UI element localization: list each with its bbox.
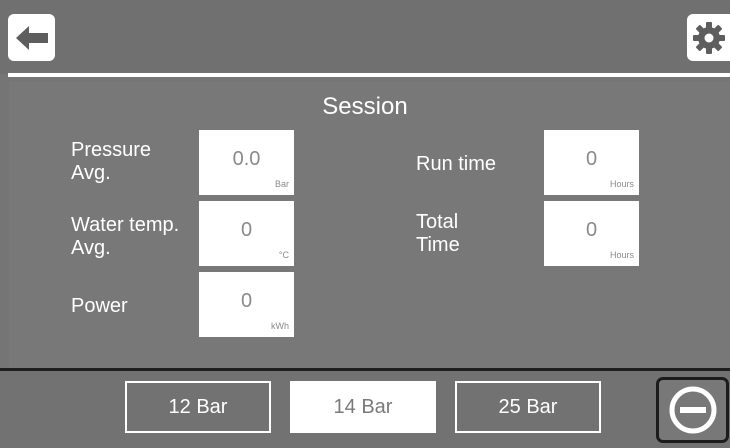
total-time-value: 0	[585, 219, 598, 241]
arrow-left-icon	[15, 25, 48, 50]
stop-button[interactable]	[656, 377, 729, 443]
total-time-label: Total Time	[416, 211, 460, 257]
pressure-14-bar-button[interactable]: 14 Bar	[290, 381, 436, 433]
pressure-unit: Bar	[274, 179, 289, 189]
total-time-value-box: 0 Hours	[544, 201, 639, 266]
gear-icon	[692, 21, 725, 54]
water-temp-label-line2: Avg.	[71, 237, 111, 259]
water-temp-value-box: 0 °C	[199, 201, 294, 266]
pressure-label-line1: Pressure	[71, 139, 152, 161]
back-button[interactable]	[8, 14, 55, 61]
run-time-value: 0	[585, 148, 598, 170]
page-title: Session	[322, 93, 408, 120]
power-unit: kWh	[271, 321, 289, 331]
water-temp-label: Water temp. Avg.	[71, 214, 179, 260]
power-value: 0	[240, 290, 253, 312]
pressure-12-bar-button[interactable]: 12 Bar	[125, 381, 271, 433]
run-time-unit: Hours	[609, 179, 634, 189]
power-value-box: 0 kWh	[199, 272, 294, 337]
header-divider	[8, 73, 730, 77]
total-time-label-line1: Total	[416, 211, 459, 233]
run-time-value-box: 0 Hours	[544, 130, 639, 195]
power-label: Power	[71, 295, 128, 317]
top-bar	[0, 0, 730, 74]
pressure-label-line2: Avg.	[71, 162, 111, 184]
total-time-label-line2: Time	[416, 234, 460, 256]
pressure-value: 0.0	[232, 148, 261, 170]
pressure-value-box: 0.0 Bar	[199, 130, 294, 195]
pressure-25-bar-button[interactable]: 25 Bar	[455, 381, 601, 433]
water-temp-value: 0	[240, 219, 253, 241]
minus-circle-icon	[669, 386, 716, 434]
total-time-unit: Hours	[609, 250, 634, 260]
run-time-label: Run time	[416, 153, 497, 175]
pressure-label: Pressure Avg.	[71, 139, 151, 185]
water-temp-label-line1: Water temp.	[71, 214, 180, 236]
water-temp-unit: °C	[278, 250, 289, 260]
settings-button[interactable]	[687, 14, 730, 61]
